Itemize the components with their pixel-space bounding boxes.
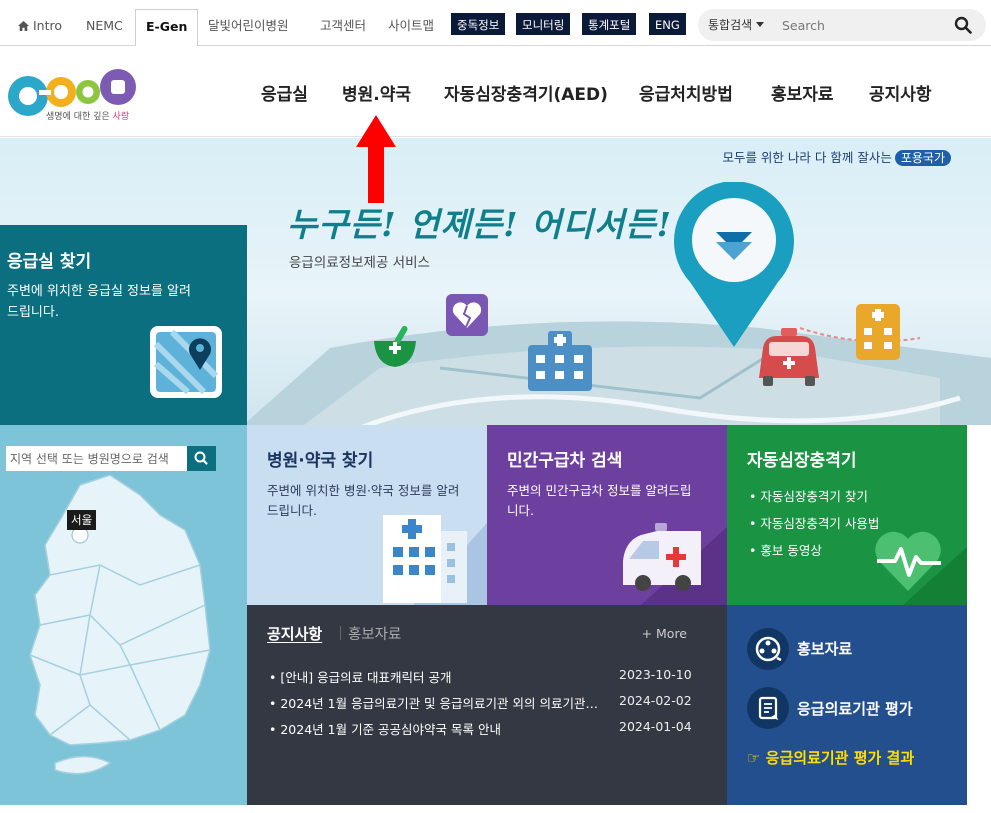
- tab-divider: [340, 626, 341, 640]
- film-reel-icon: [747, 628, 789, 670]
- ambulance-tile-title: 민간구급차 검색: [507, 451, 623, 471]
- logo-tagline: 생명에 대한 깊은 사랑: [46, 109, 129, 122]
- tagline-post: 사랑: [112, 112, 130, 122]
- aed-tile-title: 자동심장충격기: [747, 451, 857, 471]
- promo-panel: 홍보자료 응급의료기관 평가 ☞ 응급의료기관 평가 결과: [727, 605, 967, 805]
- map-search-input[interactable]: [6, 446, 187, 471]
- aed-video-link[interactable]: 홍보 동영상: [749, 537, 879, 564]
- evaluation-doc-icon: [747, 687, 789, 729]
- notice-item-title: • [안내] 응급의료 대표캐릭터 공개: [269, 670, 452, 685]
- map-pin-icon: [150, 326, 222, 398]
- evaluation-result-link[interactable]: ☞ 응급의료기관 평가 결과: [747, 747, 914, 768]
- er-evaluation-link[interactable]: 응급의료기관 평가: [797, 698, 913, 719]
- tab-customer-center[interactable]: 고객센터: [310, 9, 376, 46]
- tab-sitemap-label: 사이트맵: [388, 18, 435, 33]
- slogan-badge: 포용국가: [894, 150, 951, 166]
- location-pin-icon: [674, 182, 794, 347]
- site-search: 통합검색: [698, 9, 986, 41]
- notice-board: 공지사항 홍보자료 + More • [안내] 응급의료 대표캐릭터 공개 20…: [247, 605, 727, 805]
- monitoring-label: 모니터링: [522, 18, 565, 32]
- notice-item-date: 2023-10-10: [619, 667, 692, 682]
- notice-item-date: 2024-02-02: [619, 693, 692, 708]
- aed-usage-link[interactable]: 자동심장충격기 사용법: [749, 510, 879, 537]
- aed-find-link[interactable]: 자동심장충격기 찾기: [749, 483, 879, 510]
- nav-aed[interactable]: 자동심장충격기(AED): [444, 80, 608, 105]
- notice-item-title-text: 2024년 1월 응급의료기관 및 응급의료기관 외의 의료기관 목록: [280, 696, 601, 711]
- tab-nemc-label: NEMC: [86, 18, 123, 33]
- nav-promotion[interactable]: 홍보자료: [771, 80, 834, 105]
- map-search-button[interactable]: [187, 446, 216, 471]
- hospital-tile-title: 병원·약국 찾기: [267, 451, 374, 471]
- search-input[interactable]: [782, 15, 942, 35]
- hero-title: 누구든! 언제든! 어디서든!: [287, 205, 673, 244]
- hospital-building-icon: [528, 331, 592, 391]
- slogan: 모두를 위한 나라 다 함께 잘사는 포용국가: [722, 147, 951, 166]
- red-arrow-annotation: [356, 115, 396, 203]
- english-label: ENG: [655, 18, 680, 32]
- notice-item-title-text: [안내] 응급의료 대표캐릭터 공개: [280, 670, 452, 685]
- english-button[interactable]: ENG: [649, 13, 686, 35]
- broken-heart-icon: [446, 294, 488, 336]
- aed-tile[interactable]: 자동심장충격기 자동심장충격기 찾기 자동심장충격기 사용법 홍보 동영상: [727, 425, 967, 605]
- nav-emergency-room[interactable]: 응급실: [261, 80, 308, 105]
- ambulance-front-icon: [759, 328, 819, 386]
- statistics-portal-button[interactable]: 통계포털: [582, 13, 637, 35]
- notice-item-title: • 2024년 1월 응급의료기관 및 응급의료기관 외의 의료기관 목록: [269, 693, 601, 712]
- notice-item-date: 2024-01-04: [619, 719, 692, 734]
- pharmacy-bowl-icon: [374, 325, 416, 367]
- tab-moonlight-label: 달빛어린이병원: [208, 18, 289, 33]
- caret-down-icon: [756, 22, 765, 27]
- tab-promotion[interactable]: 홍보자료: [348, 623, 401, 644]
- nav-notice[interactable]: 공지사항: [869, 80, 932, 105]
- find-er-panel[interactable]: 응급실 찾기 주변에 위치한 응급실 정보를 알려드립니다.: [0, 225, 247, 425]
- hospital-icon: [383, 515, 487, 605]
- ambulance-tile-desc: 주변의 민간구급차 정보를 알려드립니다.: [507, 483, 692, 518]
- private-ambulance-tile[interactable]: 민간구급차 검색 주변의 민간구급차 정보를 알려드립니다.: [487, 425, 727, 605]
- notice-item-title-text: 2024년 1월 기준 공공심야약국 목록 안내: [280, 722, 501, 737]
- tab-intro[interactable]: Intro: [8, 9, 72, 46]
- utility-bar: Intro NEMC E-Gen 달빛어린이병원 고객센터 사이트맵 중독정보 …: [0, 0, 991, 47]
- hero-subtitle: 응급의료정보제공 서비스: [289, 255, 430, 271]
- search-icon: [194, 451, 208, 465]
- aed-links: 자동심장충격기 찾기 자동심장충격기 사용법 홍보 동영상: [749, 483, 879, 564]
- tagline-pre: 생명: [46, 112, 63, 122]
- tab-egen[interactable]: E-Gen: [135, 9, 199, 47]
- monitoring-button[interactable]: 모니터링: [516, 13, 571, 35]
- tab-nemc[interactable]: NEMC: [76, 9, 133, 46]
- korea-map-panel: 서울: [0, 425, 247, 805]
- promotion-link[interactable]: 홍보자료: [797, 638, 852, 659]
- notice-item-title: • 2024년 1월 기준 공공심야약국 목록 안내: [269, 722, 501, 737]
- nav-hospital-pharmacy[interactable]: 병원.약국: [342, 80, 411, 105]
- tab-moonlight-hospital[interactable]: 달빛어린이병원: [198, 9, 299, 46]
- tab-customer-label: 고객센터: [320, 18, 367, 33]
- statistics-portal-label: 통계포털: [588, 18, 631, 32]
- slogan-text: 모두를 위한 나라 다 함께 잘사는: [722, 150, 892, 165]
- notice-more-link[interactable]: + More: [642, 626, 687, 641]
- poison-info-label: 중독정보: [457, 18, 500, 32]
- map-label-seoul[interactable]: 서울: [67, 510, 97, 530]
- home-icon: [18, 21, 29, 31]
- heart-pulse-icon: [875, 531, 967, 605]
- tab-egen-label: E-Gen: [146, 19, 188, 34]
- nav-first-aid[interactable]: 응급처치방법: [639, 80, 733, 105]
- korea-map[interactable]: [10, 475, 220, 805]
- hospital-pharmacy-tile[interactable]: 병원·약국 찾기 주변에 위치한 병원·약국 정보를 알려드립니다.: [247, 425, 487, 605]
- poison-info-button[interactable]: 중독정보: [451, 13, 506, 35]
- tab-intro-label: Intro: [33, 18, 63, 33]
- search-icon[interactable]: [954, 16, 972, 34]
- tab-notice[interactable]: 공지사항: [267, 623, 322, 644]
- building-icon: [856, 304, 900, 360]
- tab-sitemap[interactable]: 사이트맵: [378, 9, 444, 46]
- site-header: 생명에 대한 깊은 사랑 응급실 병원.약국 자동심장충격기(AED) 응급처치…: [0, 46, 991, 137]
- find-er-desc: 주변에 위치한 응급실 정보를 알려드립니다.: [7, 284, 191, 320]
- tagline-mid: 에 대한 깊은: [62, 112, 113, 122]
- search-scope-select[interactable]: 통합검색: [708, 9, 765, 41]
- find-er-title: 응급실 찾기: [7, 252, 92, 272]
- ambulance-icon: [623, 523, 727, 605]
- search-scope-label: 통합검색: [708, 18, 753, 32]
